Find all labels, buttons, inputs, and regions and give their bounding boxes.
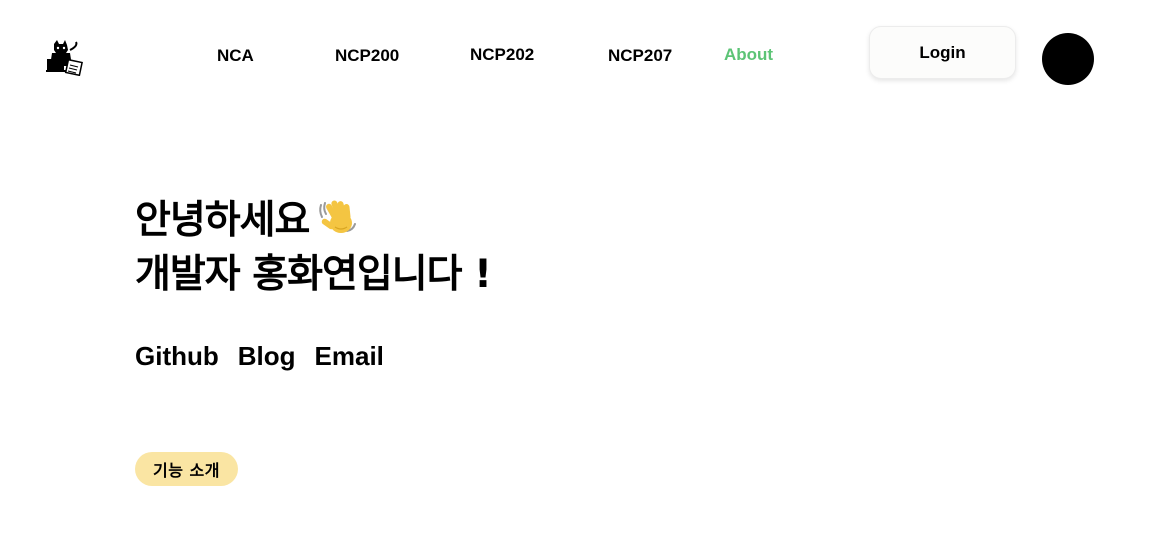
github-link[interactable]: Github	[135, 340, 219, 372]
login-button[interactable]: Login	[869, 26, 1016, 79]
greeting-line-1: 안녕하세요	[135, 196, 491, 250]
nav-link-nca[interactable]: NCA	[217, 46, 254, 66]
nav-link-about[interactable]: About	[724, 45, 773, 65]
nav-link-ncp200[interactable]: NCP200	[335, 46, 399, 66]
cat-with-laptop-icon[interactable]	[46, 40, 84, 77]
waving-hand-icon	[317, 197, 359, 250]
hero-greeting: 안녕하세요 개발자 홍화연입니다 !	[135, 196, 492, 300]
greeting-line-2: 개발자 홍화연입니다 !	[135, 252, 492, 297]
blog-link[interactable]: Blog	[238, 340, 296, 372]
logo-svg	[46, 40, 83, 77]
greeting-text-1: 안녕하세요	[135, 198, 310, 243]
feature-intro-badge: 기능 소개	[135, 452, 238, 486]
social-links: Github Blog Email	[135, 340, 384, 372]
email-link[interactable]: Email	[315, 340, 384, 372]
page: NCA NCP200 NCP202 NCP207 About Login ☕ 안…	[0, 0, 1162, 556]
profile-avatar[interactable]: ☕	[1042, 33, 1094, 85]
coffee-icon: ☕	[1059, 49, 1077, 69]
nav-link-ncp202[interactable]: NCP202	[470, 45, 534, 65]
nav-link-ncp207[interactable]: NCP207	[608, 46, 672, 66]
